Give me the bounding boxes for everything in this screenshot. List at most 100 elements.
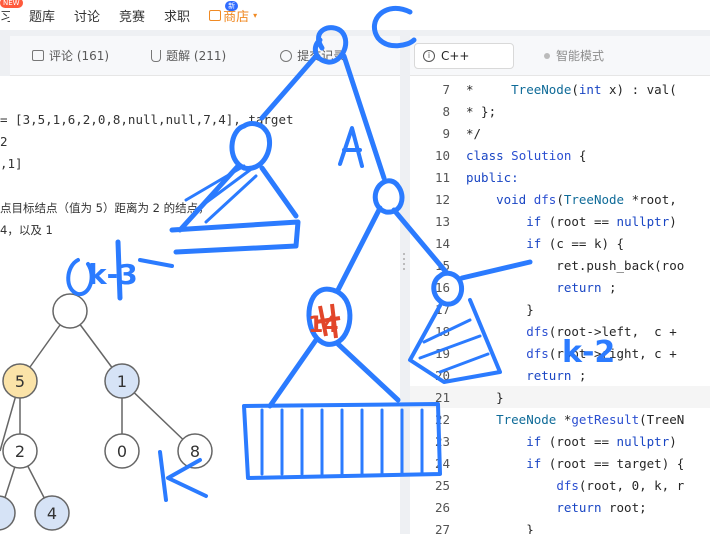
code-text: if (root == nullptr) (526, 213, 677, 229)
code-text: } (466, 521, 534, 534)
nav-item-partial[interactable]: 习 (0, 6, 10, 25)
code-text: } (466, 389, 504, 405)
example-explanation-1: 点目标结点（值为 5）距离为 2 的结点， (0, 201, 210, 215)
tab-submissions-label: 提交记录 (297, 49, 346, 63)
nav-item-contest[interactable]: 竞赛 (119, 6, 145, 25)
code-text: return ; (526, 367, 587, 383)
tree-label-1: 1 (117, 372, 127, 391)
problem-description: = [3,5,1,6,2,0,8,null,null,7,4], target … (0, 76, 400, 534)
nav-item-jobs[interactable]: 求职 (164, 6, 190, 25)
line-number: 23 (434, 433, 450, 449)
tree-label-4: 4 (47, 504, 57, 523)
code-line[interactable]: 14 if (c == k) { (410, 232, 710, 254)
code-text: * }; (466, 103, 497, 119)
code-text: } (466, 301, 534, 317)
line-number: 27 (434, 521, 450, 534)
code-line[interactable]: 19 dfs(root->right, c + (410, 342, 710, 364)
nav-item-problems[interactable]: 题库 (29, 6, 55, 25)
code-line[interactable]: 7 * TreeNode(int x) : val( (410, 78, 710, 100)
line-number: 14 (434, 235, 450, 251)
code-line[interactable]: 24 if (root == target) { (410, 452, 710, 474)
code-line[interactable]: 16 return ; (410, 276, 710, 298)
line-number: 17 (434, 301, 450, 317)
tab-submissions[interactable]: 提交记录 (280, 47, 345, 64)
line-number: 16 (434, 279, 450, 295)
code-line[interactable]: 26 return root; (410, 496, 710, 518)
problem-tabs: 评论 (161) 题解 (211) 提交记录 (10, 36, 400, 76)
line-number: 25 (434, 477, 450, 493)
code-line[interactable]: 17 } (410, 298, 710, 320)
line-number: 18 (434, 323, 450, 339)
info-icon: i (423, 49, 435, 62)
line-number: 22 (434, 411, 450, 427)
editor-toolbar: i C++ 智能模式 (410, 36, 710, 76)
line-number: 21 (434, 389, 450, 405)
line-number: 19 (434, 345, 450, 361)
example-k: 2 (0, 134, 8, 149)
code-line[interactable]: 21 } (410, 386, 710, 408)
code-text: */ (466, 125, 482, 141)
line-number: 26 (434, 499, 450, 515)
code-line[interactable]: 9 */ (410, 122, 710, 144)
line-number: 13 (434, 213, 450, 229)
code-line[interactable]: 11 public: (410, 166, 710, 188)
store-new-badge: 新 (225, 0, 239, 11)
tree-node-7 (0, 495, 16, 531)
top-navigation: 习 题库 讨论 竞赛 求职 商店 新 ▾ NEW (0, 0, 710, 30)
tree-node-root (52, 293, 88, 329)
code-text: ret.push_back(roo (466, 257, 685, 273)
tree-label-2: 2 (15, 442, 25, 461)
tree-label-0: 0 (117, 442, 127, 461)
code-line[interactable]: 27 } (410, 518, 710, 534)
store-icon (209, 9, 222, 21)
clock-icon (280, 49, 293, 62)
nav-item-store[interactable]: 商店 新 ▾ (209, 0, 258, 25)
language-select[interactable]: i C++ (414, 42, 514, 69)
code-text: if (root == target) { (526, 455, 685, 471)
code-line[interactable]: 22 TreeNode *getResult(TreeN (410, 408, 710, 430)
tree-svg: 5 1 2 0 8 4 (0, 293, 213, 531)
code-line[interactable]: 8 * }; (410, 100, 710, 122)
tab-comments[interactable]: 评论 (161) (32, 47, 109, 64)
code-line[interactable]: 25 dfs(root, 0, k, r (410, 474, 710, 496)
code-line[interactable]: 15 ret.push_back(roo (410, 254, 710, 276)
line-number: 11 (434, 169, 450, 185)
comment-icon (32, 50, 44, 61)
example-input: = [3,5,1,6,2,0,8,null,null,7,4], target (0, 112, 294, 127)
line-number: 12 (434, 191, 450, 207)
code-editor: i C++ 智能模式 7 * TreeNode(int x) : val(8 * }… (410, 36, 710, 534)
code-line[interactable]: 20 return ; (410, 364, 710, 386)
language-label: C++ (441, 48, 470, 63)
smart-mode-label: 智能模式 (556, 49, 605, 63)
dot-icon (544, 52, 550, 59)
code-line[interactable]: 12 void dfs(TreeNode *root, (410, 188, 710, 210)
code-line[interactable]: 18 dfs(root->left, c + (410, 320, 710, 342)
tab-solutions-label: 题解 (211) (166, 49, 227, 63)
tab-comments-label: 评论 (161) (49, 49, 110, 63)
code-text: return root; (556, 499, 647, 515)
example-explanation-2: 4，以及 1 (0, 223, 53, 237)
tab-solutions[interactable]: 题解 (211) (151, 47, 226, 64)
line-number: 10 (434, 147, 450, 163)
example-output: ,1] (0, 156, 23, 171)
code-text: dfs(root->left, c + (526, 323, 677, 339)
nav-item-discuss[interactable]: 讨论 (74, 6, 100, 25)
code-text: dfs(root->right, c + (526, 345, 677, 361)
flask-icon (151, 49, 162, 62)
code-line[interactable]: 10 class Solution { (410, 144, 710, 166)
code-text: void dfs(TreeNode *root, (496, 191, 677, 207)
tree-label-5: 5 (15, 372, 25, 391)
panel-resizer[interactable] (402, 250, 406, 290)
chevron-down-icon: ▾ (253, 10, 258, 20)
line-number: 24 (434, 455, 450, 471)
smart-mode-toggle[interactable]: 智能模式 (544, 47, 604, 64)
code-line[interactable]: 13 if (root == nullptr) (410, 210, 710, 232)
line-number: 7 (442, 81, 450, 97)
code-text: dfs(root, 0, k, r (556, 477, 685, 493)
code-text: if (c == k) { (526, 235, 625, 251)
code-line[interactable]: 23 if (root == nullptr) (410, 430, 710, 452)
tree-diagram: 5 1 2 0 8 4 (0, 291, 220, 531)
code-text: return ; (556, 279, 617, 295)
code-text: public: (466, 169, 519, 185)
line-number: 20 (434, 367, 450, 383)
